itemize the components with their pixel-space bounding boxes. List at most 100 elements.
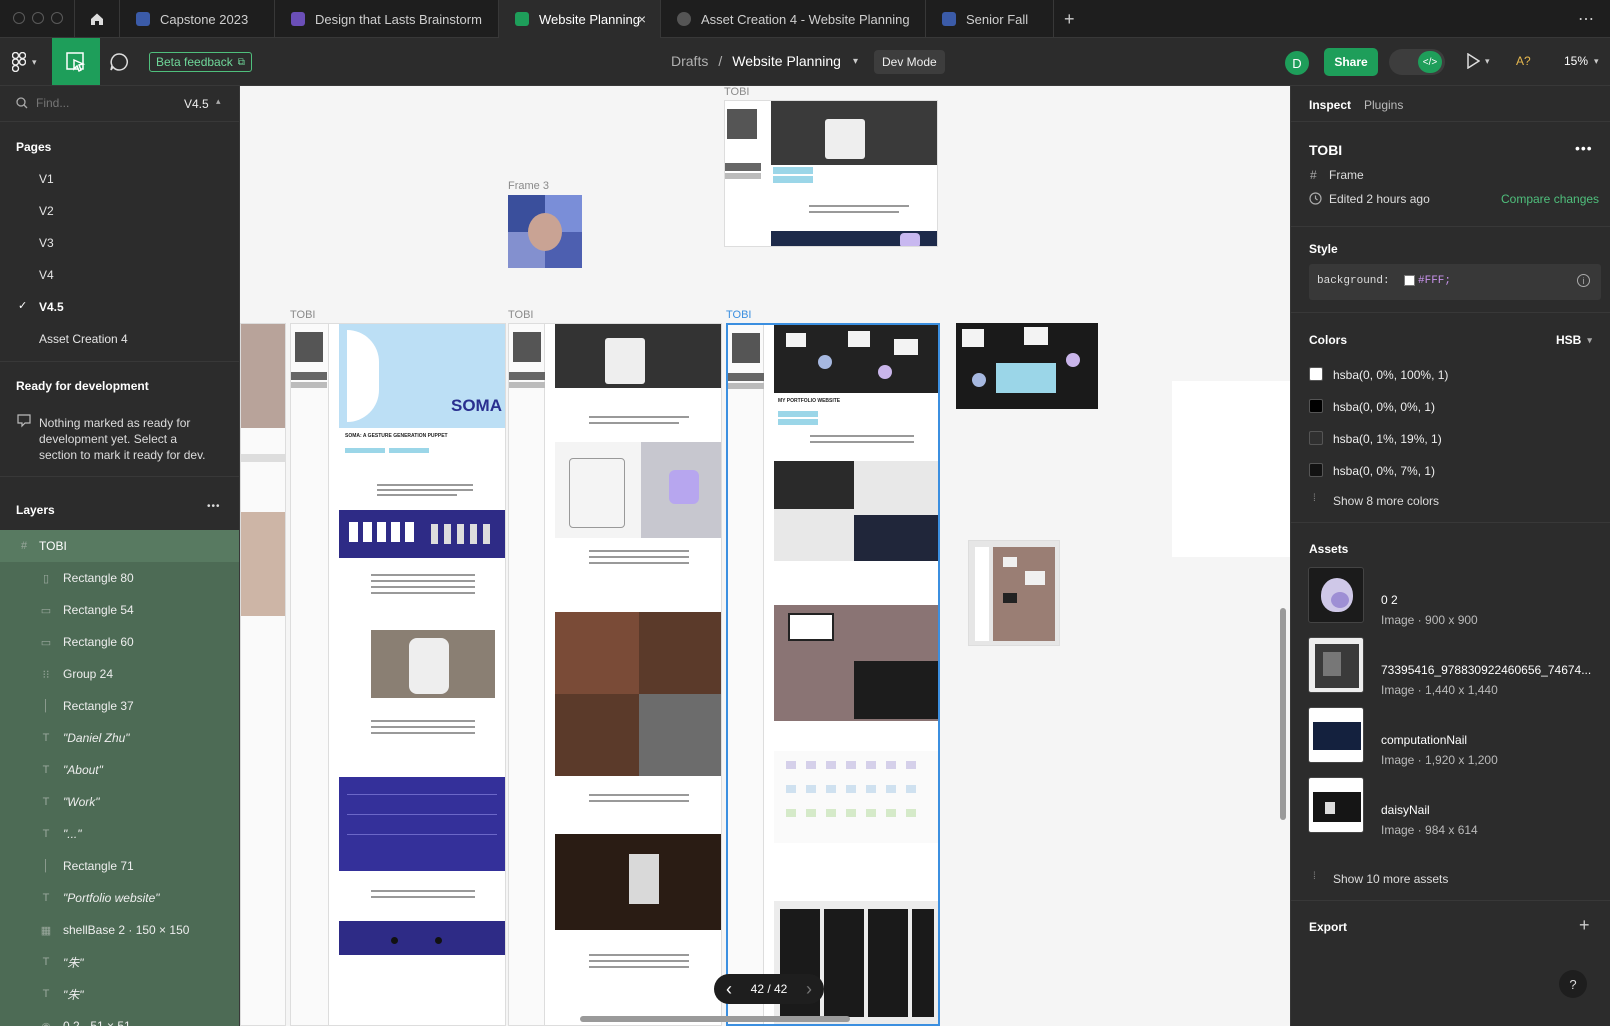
search-input[interactable] bbox=[36, 92, 166, 114]
color-swatch[interactable] bbox=[1309, 367, 1323, 381]
window-zoom-dot[interactable] bbox=[51, 12, 63, 24]
tab-plugins[interactable]: Plugins bbox=[1364, 98, 1403, 112]
figjam-icon bbox=[291, 12, 305, 26]
layer-row[interactable]: ◉ 0 2 · 51 × 51 bbox=[0, 1010, 239, 1026]
layout-sketch-frame[interactable] bbox=[968, 540, 1060, 646]
color-swatch[interactable] bbox=[1309, 431, 1323, 445]
window-minimize-dot[interactable] bbox=[32, 12, 44, 24]
color-value[interactable]: hsba(0, 1%, 19%, 1) bbox=[1333, 432, 1442, 446]
accessibility-check-label[interactable]: A? bbox=[1516, 54, 1531, 68]
layer-row[interactable]: ▭ Rectangle 54 bbox=[0, 594, 239, 626]
asset-thumbnail-computation[interactable] bbox=[1308, 707, 1364, 763]
page-v2[interactable]: V2 bbox=[39, 204, 54, 218]
moodboard-frame[interactable] bbox=[956, 323, 1098, 409]
layer-row[interactable]: │ Rectangle 71 bbox=[0, 850, 239, 882]
avatar[interactable]: D bbox=[1285, 51, 1309, 75]
frame-label[interactable]: TOBI bbox=[290, 309, 315, 321]
layer-row[interactable]: ▯ Rectangle 80 bbox=[0, 562, 239, 594]
layer-row[interactable]: T "朱" bbox=[0, 978, 239, 1010]
tobi-frame-preview[interactable] bbox=[724, 100, 938, 247]
layer-row[interactable]: ▭ Rectangle 60 bbox=[0, 626, 239, 658]
page-v4[interactable]: V4 bbox=[39, 268, 54, 282]
more-icon[interactable]: ⋯ bbox=[1578, 9, 1594, 29]
close-icon[interactable]: × bbox=[638, 11, 646, 27]
tab-senior-fall[interactable]: Senior Fall bbox=[926, 0, 1054, 38]
layer-row[interactable]: T "Daniel Zhu" bbox=[0, 722, 239, 754]
show-more-assets[interactable]: Show 10 more assets bbox=[1333, 872, 1448, 886]
chevron-right-icon[interactable]: › bbox=[806, 979, 812, 1000]
show-more-colors[interactable]: Show 8 more colors bbox=[1333, 494, 1439, 508]
share-button[interactable]: Share bbox=[1324, 48, 1378, 76]
tab-capstone-2023[interactable]: Capstone 2023 bbox=[120, 0, 275, 38]
breadcrumb-drafts[interactable]: Drafts bbox=[671, 53, 708, 69]
layer-row[interactable]: T "Work" bbox=[0, 786, 239, 818]
color-value[interactable]: hsba(0, 0%, 100%, 1) bbox=[1333, 368, 1448, 382]
layer-row[interactable]: # TOBI bbox=[0, 530, 239, 562]
page-asset-creation-4[interactable]: Asset Creation 4 bbox=[39, 332, 128, 346]
asset-thumbnail-daisy[interactable] bbox=[1308, 777, 1364, 833]
tab-design-that-lasts[interactable]: Design that Lasts Brainstorm bbox=[275, 0, 499, 38]
canvas[interactable]: TOBI Frame 3 TOBI TOBI TOBI SOMA SOMA: A… bbox=[240, 86, 1290, 1026]
page-v3[interactable]: V3 bbox=[39, 236, 54, 250]
frame-3[interactable] bbox=[508, 195, 582, 268]
chevron-up-icon[interactable]: ▴ bbox=[216, 96, 221, 107]
tab-inspect[interactable]: Inspect bbox=[1309, 98, 1351, 112]
zoom-control[interactable]: 15% ▾ bbox=[1564, 54, 1599, 68]
asset-thumbnail-shell[interactable] bbox=[1308, 567, 1364, 623]
layer-type-icon: ▯ bbox=[42, 572, 50, 585]
layer-row[interactable]: ⁝⁝ Group 24 bbox=[0, 658, 239, 690]
layer-row[interactable]: ▦ shellBase 2 · 150 × 150 bbox=[0, 914, 239, 946]
tab-website-planning[interactable]: Website Planning × bbox=[499, 0, 661, 38]
more-icon[interactable]: ••• bbox=[1575, 140, 1593, 156]
color-value[interactable]: hsba(0, 0%, 7%, 1) bbox=[1333, 464, 1435, 478]
layer-row[interactable]: T "About" bbox=[0, 754, 239, 786]
add-export-button[interactable]: + bbox=[1579, 915, 1590, 936]
comment-tool-button[interactable] bbox=[108, 51, 130, 73]
cut-off-frame[interactable] bbox=[240, 323, 286, 1026]
horizontal-scrollbar[interactable] bbox=[580, 1016, 850, 1022]
color-swatch[interactable] bbox=[1309, 399, 1323, 413]
color-swatch[interactable] bbox=[1309, 463, 1323, 477]
present-button[interactable]: ▾ bbox=[1466, 53, 1490, 69]
layer-name: "Daniel Zhu" bbox=[63, 731, 130, 745]
inspect-tool-button[interactable] bbox=[52, 38, 100, 85]
chevron-down-icon[interactable]: ▾ bbox=[853, 56, 858, 67]
tobi-frame-selected[interactable]: MY PORTFOLIO WEBSITE bbox=[726, 323, 940, 1026]
asset-meta: Image · 1,920 x 1,200 bbox=[1381, 753, 1498, 767]
frame-label[interactable]: TOBI bbox=[508, 309, 533, 321]
asset-thumbnail-photo[interactable] bbox=[1308, 637, 1364, 693]
layer-row[interactable]: T "Portfolio website" bbox=[0, 882, 239, 914]
file-title[interactable]: Website Planning bbox=[732, 53, 841, 69]
tab-asset-creation-4[interactable]: Asset Creation 4 - Website Planning bbox=[661, 0, 926, 38]
compare-changes-link[interactable]: Compare changes bbox=[1501, 192, 1599, 206]
help-button[interactable]: ? bbox=[1559, 970, 1587, 998]
soma-frame[interactable]: SOMA SOMA: A GESTURE GENERATION PUPPET bbox=[290, 323, 506, 1026]
layer-row[interactable]: │ Rectangle 37 bbox=[0, 690, 239, 722]
blank-frame[interactable] bbox=[1172, 381, 1290, 557]
layer-row[interactable]: T "朱" bbox=[0, 946, 239, 978]
layers-more-icon[interactable]: ••• bbox=[207, 501, 221, 512]
frame-3-label[interactable]: Frame 3 bbox=[508, 180, 549, 192]
dev-mode-toggle[interactable]: </> bbox=[1389, 49, 1445, 75]
color-value[interactable]: hsba(0, 0%, 0%, 1) bbox=[1333, 400, 1435, 414]
window-close-dot[interactable] bbox=[13, 12, 25, 24]
assets-title: Assets bbox=[1309, 542, 1349, 556]
version-label[interactable]: V4.5 bbox=[184, 97, 209, 111]
frame-pager: ‹ 42 / 42 › bbox=[714, 974, 824, 1004]
tobi-frame-middle[interactable] bbox=[508, 323, 722, 1026]
frame-label[interactable]: TOBI bbox=[724, 86, 749, 98]
layer-row[interactable]: T "..." bbox=[0, 818, 239, 850]
home-button[interactable] bbox=[74, 0, 120, 38]
page-v4-5[interactable]: V4.5 bbox=[39, 300, 64, 314]
color-mode-select[interactable]: HSB ▾ bbox=[1556, 333, 1592, 347]
dev-mode-badge[interactable]: Dev Mode bbox=[874, 50, 945, 74]
main-menu-button[interactable]: ▾ bbox=[12, 52, 37, 72]
page-v1[interactable]: V1 bbox=[39, 172, 54, 186]
style-code-block[interactable]: background: #FFF; i bbox=[1309, 264, 1601, 300]
selected-frame-label[interactable]: TOBI bbox=[726, 309, 751, 321]
info-icon[interactable]: i bbox=[1577, 274, 1590, 287]
vertical-scrollbar[interactable] bbox=[1280, 608, 1286, 820]
new-tab-button[interactable]: + bbox=[1064, 9, 1075, 30]
chevron-left-icon[interactable]: ‹ bbox=[726, 979, 732, 1000]
beta-feedback-button[interactable]: Beta feedback ⧉ bbox=[149, 52, 252, 72]
